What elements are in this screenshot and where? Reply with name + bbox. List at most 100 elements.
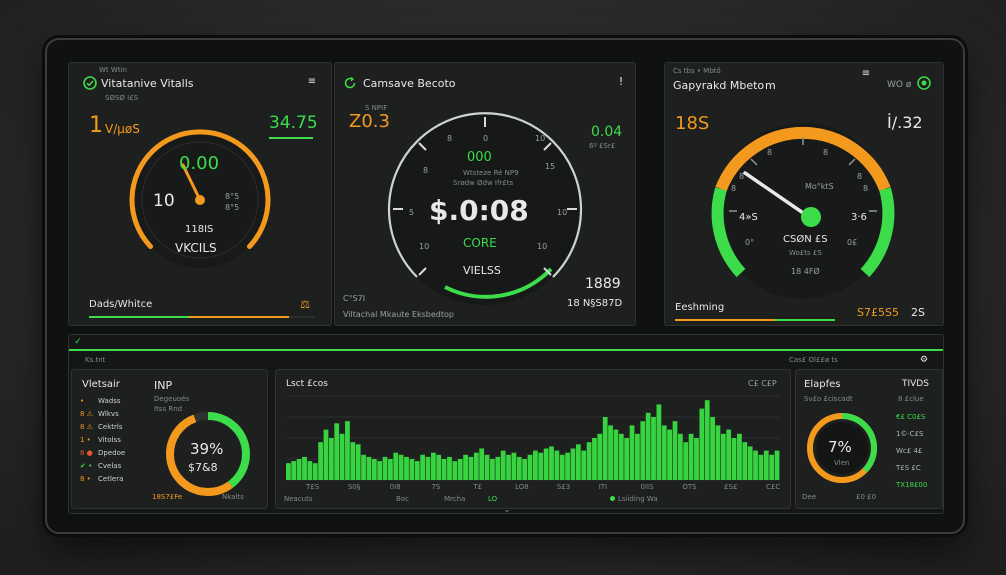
chart-bar — [366, 456, 372, 480]
chart-bar — [495, 456, 501, 480]
settings-icon[interactable]: ⚙ — [919, 355, 929, 365]
chart-bar — [538, 452, 544, 480]
refresh-icon[interactable] — [343, 76, 357, 90]
chart-bar — [361, 454, 366, 480]
ring-footer-left: Dee — [802, 493, 817, 501]
center-code: CORE — [463, 236, 497, 250]
left-value: 1 — [89, 113, 103, 138]
legend-right: Lsiiding Wa — [618, 495, 658, 503]
panel-subtitle: SØSØ I£S — [105, 94, 139, 102]
chevron-down-icon[interactable]: ⌄ — [501, 505, 513, 514]
list-item-label[interactable]: Wlkvs — [98, 411, 119, 418]
x-axis-tick-label: ITI — [598, 483, 608, 491]
chevron-icon[interactable]: ✓ — [73, 337, 83, 347]
chart-bar — [543, 448, 549, 480]
chart-bar — [457, 459, 463, 480]
list-item-label[interactable]: Cektrls — [98, 424, 122, 431]
scale-icon[interactable]: ⚖ — [297, 298, 313, 311]
chart-bar — [339, 433, 345, 480]
x-axis-tick-label: £S£ — [724, 483, 738, 491]
chart-bar — [769, 454, 775, 480]
chart-bar — [323, 429, 329, 480]
footer-label: Eeshming — [675, 302, 725, 313]
list-item-label[interactable]: Dpedoe — [98, 450, 125, 457]
chart-bar — [473, 452, 479, 480]
right-value: 34.75 — [269, 113, 318, 133]
menu-icon[interactable]: ≡ — [861, 67, 871, 79]
x-axis-tick-label: 0I8 — [389, 483, 401, 491]
tick-label: 8 — [739, 172, 745, 181]
x-axis-tick-label: T£ — [473, 483, 482, 491]
chart-bar — [452, 461, 458, 480]
list-item-label[interactable]: Cvelas — [98, 463, 121, 470]
list-item-icon: 8 • — [80, 475, 91, 483]
bar-chart — [286, 395, 780, 481]
tick-label: 10 — [557, 208, 568, 217]
list-item-label[interactable]: Wadss — [98, 398, 121, 405]
inp-value-2: $7&8 — [188, 461, 218, 474]
ring-value: 7% — [828, 438, 852, 456]
chart-bar — [447, 456, 452, 480]
chart-bar — [516, 456, 522, 480]
tick-label: 10 — [419, 242, 430, 251]
x-axis-tick-label: S£3 — [556, 483, 571, 491]
chart-bar — [677, 433, 683, 480]
tick-label: 8 — [857, 172, 863, 181]
chart-bar — [371, 459, 377, 480]
menu-icon[interactable]: ≡ — [307, 75, 317, 87]
tick-label: 8 — [731, 184, 737, 193]
tick-label: 15 — [545, 162, 556, 171]
gauge-bottom-right: 0£ — [847, 238, 858, 247]
right-col-item: €£ C0£S — [896, 413, 926, 421]
info-icon[interactable]: ǃ — [617, 75, 625, 88]
chart-bar — [350, 442, 356, 480]
dashboard-screen: Wt Wtin Vitatanive Vitalls SØSØ I£S ≡ 1 … — [60, 50, 950, 522]
status-list-card: Vletsair • Wadss 8 ⚠ Wlkvs 8 ⚠ Cektrls 1 • Vito… — [71, 369, 268, 509]
chart-bar — [522, 459, 528, 480]
chart-bar — [602, 417, 608, 480]
inp-title: INP — [154, 379, 173, 392]
inp-value: 39% — [190, 440, 224, 458]
chart-bar — [468, 456, 474, 480]
chart-bar — [318, 442, 323, 480]
chart-bar — [302, 456, 307, 480]
chart-bar — [430, 452, 436, 480]
tick-label: 0 — [483, 134, 489, 143]
chart-bar — [425, 456, 431, 480]
footer-label: Dads/Whitce — [89, 299, 153, 310]
chart-bar — [763, 450, 769, 480]
chart-bar — [710, 417, 715, 480]
ring-card[interactable]: Elapfes Sv£o £ciscadt 7% Vlen Dee £0 £0 … — [795, 369, 943, 509]
chart-bar — [490, 459, 495, 480]
x-axis-tick-label: 7S — [431, 483, 441, 491]
right-col-item: 1©·C£S — [896, 430, 924, 438]
footer-value: S7£5S5 — [857, 306, 899, 319]
gauge-tick-label: 8°5 — [225, 192, 240, 201]
list-item-label[interactable]: Vitolss — [98, 437, 121, 444]
activity-chart-card[interactable]: Lsct £cos C£ C£P T£S S0§ 0I8 7S T£ LO8 S£3 ITI 0… — [275, 369, 791, 509]
chart-bar — [651, 417, 656, 480]
panel-title-sub: m — [765, 79, 776, 92]
tick-label: 8 — [823, 148, 829, 157]
chart-bar — [688, 433, 694, 480]
center-speedometer-panel[interactable]: Camsave Becoto ǃ S NPIF Z0.3 0.04 6º £Sr… — [334, 62, 636, 326]
chart-bar — [500, 450, 506, 480]
gauge-meter-panel[interactable]: Cs tbs • Mbtő Gapyrakd Mbeto m ≡ WO ø 18… — [664, 62, 944, 326]
x-axis-tick-label: C£C — [766, 483, 781, 491]
vital-gauge-panel[interactable]: Wt Wtin Vitatanive Vitalls SØSØ I£S ≡ 1 … — [68, 62, 332, 326]
chart-bar — [307, 461, 313, 480]
ring-footer-right: £0 £0 — [856, 493, 877, 501]
list-item-label[interactable]: Cetlera — [98, 476, 123, 483]
chart-bar — [296, 459, 302, 480]
chart-bar — [608, 425, 613, 480]
chart-bar — [715, 425, 721, 480]
header-accent-line — [69, 349, 943, 351]
status-dot-icon — [917, 76, 931, 90]
chart-bar — [463, 454, 468, 480]
chart-bar — [479, 448, 485, 480]
chart-bar — [575, 444, 581, 480]
right-value-underline — [269, 137, 313, 139]
footer-progress-green — [775, 319, 835, 321]
chart-bar — [581, 450, 587, 480]
panel-title: Vitatanive Vitalls — [101, 77, 194, 90]
